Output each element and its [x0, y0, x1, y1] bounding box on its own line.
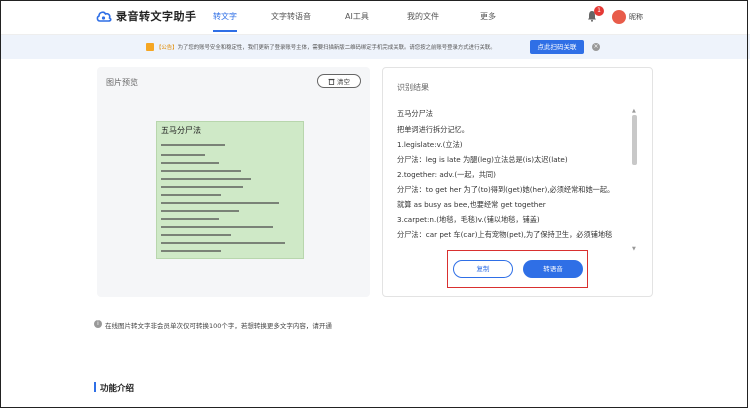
notice-message: 为了您的账号安全和稳定性，我们更新了登录账号主体，需要扫描新版二维码绑定手机完成… — [177, 45, 496, 51]
doc-text-line — [161, 170, 241, 172]
nav-tab-my-files[interactable]: 我的文件 — [407, 11, 439, 22]
notice-bar: 【公告】为了您的账号安全和稳定性，我们更新了登录账号主体，需要扫描新版二维码绑定… — [0, 35, 750, 59]
info-icon: i — [94, 320, 102, 328]
app-name: 录音转文字助手 — [116, 10, 197, 23]
doc-text-line — [161, 218, 219, 220]
announcement-icon — [146, 43, 154, 51]
doc-text-line — [161, 162, 219, 164]
doc-text-line — [161, 144, 225, 146]
copy-button[interactable]: 复制 — [453, 260, 513, 278]
doc-text-line — [161, 210, 239, 212]
nav-tab-more[interactable]: 更多 — [480, 11, 496, 22]
scan-link-button[interactable]: 点此扫码关联 — [530, 40, 584, 54]
doc-title: 五马分尸法 — [161, 126, 201, 135]
section-marker — [94, 382, 96, 392]
active-tab-indicator — [213, 30, 237, 32]
result-line: 就算 as busy as bee,也要经常 get together — [397, 200, 546, 209]
doc-text-line — [161, 234, 231, 236]
image-preview-panel: 图片预览 清空 五马分尸法 — [97, 67, 370, 297]
result-title: 识别结果 — [397, 83, 429, 92]
doc-text-line — [161, 154, 205, 156]
cloud-logo-icon — [96, 11, 112, 22]
doc-text-line — [161, 202, 279, 204]
nav-tab-ai-tools[interactable]: AI工具 — [345, 11, 369, 22]
avatar[interactable] — [612, 10, 626, 24]
notification-badge: 1 — [594, 6, 604, 16]
app-logo[interactable]: 录音转文字助手 — [96, 8, 197, 24]
nav-tab-speech-to-text[interactable]: 转文字 — [213, 11, 237, 22]
doc-text-line — [161, 242, 285, 244]
recognition-result-panel: 识别结果 五马分尸法 把单词进行拆分记忆。 1.legislate:v.(立法)… — [382, 67, 653, 297]
doc-text-line — [161, 178, 251, 180]
doc-text-line — [161, 194, 221, 196]
result-line: 分尸法：to get her 为了(to)得到(get)她(her),必须经常和… — [397, 185, 615, 194]
result-line: 把单词进行拆分记忆。 — [397, 125, 469, 134]
clear-button[interactable]: 清空 — [317, 74, 361, 88]
doc-text-line — [161, 226, 273, 228]
doc-text-line — [161, 250, 221, 252]
convert-to-speech-button[interactable]: 转语音 — [523, 260, 583, 278]
notice-tag: 【公告】 — [156, 45, 178, 51]
clear-label: 清空 — [337, 78, 350, 86]
result-line: 3.carpet:n.(地毯，毛毯)v.(铺以地毯，铺盖) — [397, 215, 540, 224]
result-line: 1.legislate:v.(立法) — [397, 140, 463, 149]
result-line: 分尸法：car pet 车(car)上有宠物(pet),为了保持卫生，必须铺地毯 — [397, 230, 613, 239]
result-scrollbar[interactable] — [632, 115, 637, 245]
uploaded-image-preview: 五马分尸法 — [156, 121, 304, 259]
feature-intro-heading: 功能介绍 — [100, 384, 135, 394]
notice-text: 【公告】为了您的账号安全和稳定性，我们更新了登录账号主体，需要扫描新版二维码绑定… — [156, 43, 496, 51]
member-limit-tip: 在线图片转文字非会员单次仅可转换100个字，若想转换更多文字内容，请开通 — [105, 322, 332, 330]
scroll-down-icon[interactable]: ▼ — [632, 246, 636, 252]
doc-text-line — [161, 186, 243, 188]
close-icon[interactable]: × — [592, 43, 600, 51]
result-line: 分尸法：leg is late 为腿(leg)立法总是(is)太迟(late) — [397, 155, 568, 164]
scroll-up-icon[interactable]: ▲ — [632, 108, 636, 114]
trash-icon — [328, 78, 335, 85]
result-line: 五马分尸法 — [397, 109, 433, 118]
image-preview-title: 图片预览 — [106, 78, 138, 87]
top-header: 录音转文字助手 转文字 文字转语音 AI工具 我的文件 更多 1 昵称 — [0, 0, 750, 35]
username[interactable]: 昵称 — [629, 12, 643, 22]
scrollbar-thumb[interactable] — [632, 115, 637, 165]
nav-tab-text-to-speech[interactable]: 文字转语音 — [271, 11, 311, 22]
result-line: 2.together: adv.(一起，共同) — [397, 170, 496, 179]
